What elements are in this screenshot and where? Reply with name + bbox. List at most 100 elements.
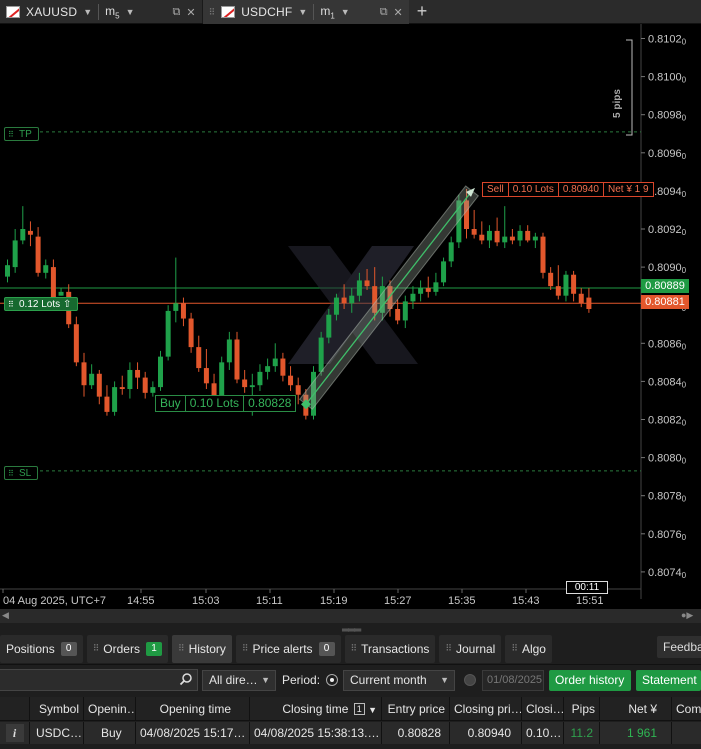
table-row[interactable]: i USDC… Buy 04/08/2025 15:17… 04/08/2025… xyxy=(0,722,701,744)
chevron-down-icon: ▼ xyxy=(440,675,449,685)
candle-body xyxy=(272,358,278,367)
drag-handle-icon[interactable]: ⠿ xyxy=(209,7,216,18)
col-pips[interactable]: Pips xyxy=(564,697,600,720)
col-net[interactable]: Net ¥ xyxy=(600,697,672,720)
candle-body xyxy=(356,280,362,296)
col-opening-time[interactable]: Opening time xyxy=(136,697,250,720)
candle-body xyxy=(89,373,95,386)
cell-pips: 11.2 xyxy=(564,722,600,744)
candle-body xyxy=(27,230,33,235)
tab-price-alerts[interactable]: ⠿ Price alerts 0 xyxy=(235,634,341,663)
search-icon[interactable] xyxy=(179,672,193,686)
candle-body xyxy=(586,297,592,310)
col-symbol[interactable]: Symbol xyxy=(30,697,84,720)
candle-body xyxy=(58,291,64,296)
candle-body xyxy=(563,274,569,296)
drag-handle-icon: ⠿ xyxy=(92,643,100,653)
price-tick-label: 0.80760 xyxy=(648,529,687,542)
tab-algo[interactable]: ⠿ Algo xyxy=(505,634,552,663)
chevron-down-icon[interactable]: ▼ xyxy=(298,7,307,17)
col-closing-price[interactable]: Closing pri… xyxy=(450,697,522,720)
panel-tab-bar: Positions 0 ⠿ Orders 1 ⠿ History ⠿ Price… xyxy=(0,633,701,665)
candle-body xyxy=(127,369,133,390)
add-tab-button[interactable]: + xyxy=(409,0,436,23)
search-input[interactable] xyxy=(0,669,198,691)
candle-body xyxy=(418,288,424,294)
order-side: Buy xyxy=(156,396,186,411)
tab-journal[interactable]: ⠿ Journal xyxy=(439,634,502,663)
chart-tab-xauusd[interactable]: XAUUSD ▼ m5 ▼ ⧉ ✕ xyxy=(0,0,202,24)
candle-body xyxy=(502,236,508,243)
close-icon[interactable]: ✕ xyxy=(186,6,195,19)
col-entry-price[interactable]: Entry price xyxy=(382,697,450,720)
candle-body xyxy=(249,385,255,388)
time-tick-label: 04 Aug 2025, UTC+7 xyxy=(3,595,106,607)
position-lots-tag[interactable]: 0.12 Lots ⇧ xyxy=(4,297,79,311)
candle-body xyxy=(548,272,554,287)
time-tick-label: 15:27 xyxy=(384,595,412,607)
chart-canvas[interactable]: 0.81020 0.81000 0.80980 0.80960 0.80940 0.809… xyxy=(0,24,701,609)
candle-body xyxy=(50,267,56,298)
direction-value: All dire… xyxy=(209,673,258,687)
time-tick-label: 15:03 xyxy=(192,595,220,607)
scroll-right-icon[interactable]: ●▶ xyxy=(681,610,693,621)
info-icon[interactable]: i xyxy=(5,724,24,742)
tab-timeframe[interactable]: m5 xyxy=(105,4,119,20)
chevron-down-icon[interactable]: ▼ xyxy=(83,7,92,17)
period-radio-preset[interactable] xyxy=(326,674,338,686)
sort-desc-icon: ▼ xyxy=(368,705,377,715)
chart-tab-usdchf[interactable]: ⠿ USDCHF ▼ m1 ▼ ⧉ ✕ xyxy=(202,0,409,24)
candles-layer xyxy=(5,188,592,420)
period-radio-custom[interactable] xyxy=(464,674,476,686)
price-tick-label: 0.80840 xyxy=(648,376,687,389)
scroll-left-icon[interactable]: ◀ xyxy=(2,610,9,621)
pips-ruler-label: 5 pips xyxy=(612,89,623,119)
tab-positions[interactable]: Positions 0 xyxy=(0,634,83,663)
col-opening-direction[interactable]: Openin… xyxy=(84,697,136,720)
detach-icon[interactable]: ⧉ xyxy=(380,6,388,19)
price-tick-label: 0.80900 xyxy=(648,262,687,275)
date-from-field[interactable]: 01/08/2025 xyxy=(482,670,544,691)
tab-history[interactable]: ⠿ History xyxy=(171,634,232,663)
price-tick-label: 0.80920 xyxy=(648,224,687,237)
close-icon[interactable]: ✕ xyxy=(394,6,403,19)
candle-body xyxy=(188,318,194,348)
count-badge: 0 xyxy=(318,641,335,656)
order-history-button[interactable]: Order history xyxy=(549,670,631,691)
chart-scrollbar[interactable]: ◀ ●▶ xyxy=(0,609,701,623)
price-tick-suffix: 0 xyxy=(682,114,687,123)
period-select[interactable]: Current month ▼ xyxy=(343,670,455,691)
count-badge: 0 xyxy=(60,641,77,656)
tab-transactions[interactable]: ⠿ Transactions xyxy=(344,634,436,663)
order-net: Net ¥ 1 9 xyxy=(608,184,649,195)
statement-button[interactable]: Statement xyxy=(636,670,701,691)
price-tick-suffix: 0 xyxy=(682,190,687,199)
chevron-down-icon[interactable]: ▼ xyxy=(341,7,350,17)
detach-icon[interactable]: ⧉ xyxy=(173,6,181,19)
feedback-button[interactable]: Feedba xyxy=(657,636,701,658)
tab-symbol: XAUUSD xyxy=(26,5,78,19)
chevron-down-icon[interactable]: ▼ xyxy=(126,7,135,17)
price-tick-label: 0.80800 xyxy=(648,453,687,466)
candle-body xyxy=(104,396,110,412)
candle-body xyxy=(81,362,87,386)
price-tick-suffix: 0 xyxy=(682,266,687,275)
trading-app: XAUUSD ▼ m5 ▼ ⧉ ✕ ⠿ USDCHF ▼ m1 ▼ ⧉ ✕ + … xyxy=(0,0,701,749)
candle-body xyxy=(295,385,301,395)
take-profit-tag[interactable]: TP xyxy=(4,127,39,141)
candle-body xyxy=(150,387,156,393)
stop-loss-tag[interactable]: SL xyxy=(4,466,39,480)
price-chart[interactable]: 0.81020 0.81000 0.80980 0.80960 0.80940 0.809… xyxy=(0,24,701,609)
col-closing-volume[interactable]: Closi… xyxy=(522,697,564,720)
col-closing-time[interactable]: Closing time 1 ▼ xyxy=(250,697,382,720)
cell-commission xyxy=(672,722,701,744)
row-info-cell: i xyxy=(0,722,30,744)
buy-order-marker[interactable]: Buy 0.10 Lots 0.80828 xyxy=(155,395,297,412)
col-commission[interactable]: Com xyxy=(672,697,701,720)
candle-body xyxy=(364,280,370,287)
chevron-down-icon: ▼ xyxy=(261,675,270,685)
sell-order-marker[interactable]: Sell 0.10 Lots 0.80940 Net ¥ 1 9 xyxy=(482,182,654,197)
direction-select[interactable]: All dire… ▼ xyxy=(202,670,276,691)
tab-timeframe[interactable]: m1 xyxy=(320,4,334,20)
tab-orders[interactable]: ⠿ Orders 1 xyxy=(86,634,168,663)
